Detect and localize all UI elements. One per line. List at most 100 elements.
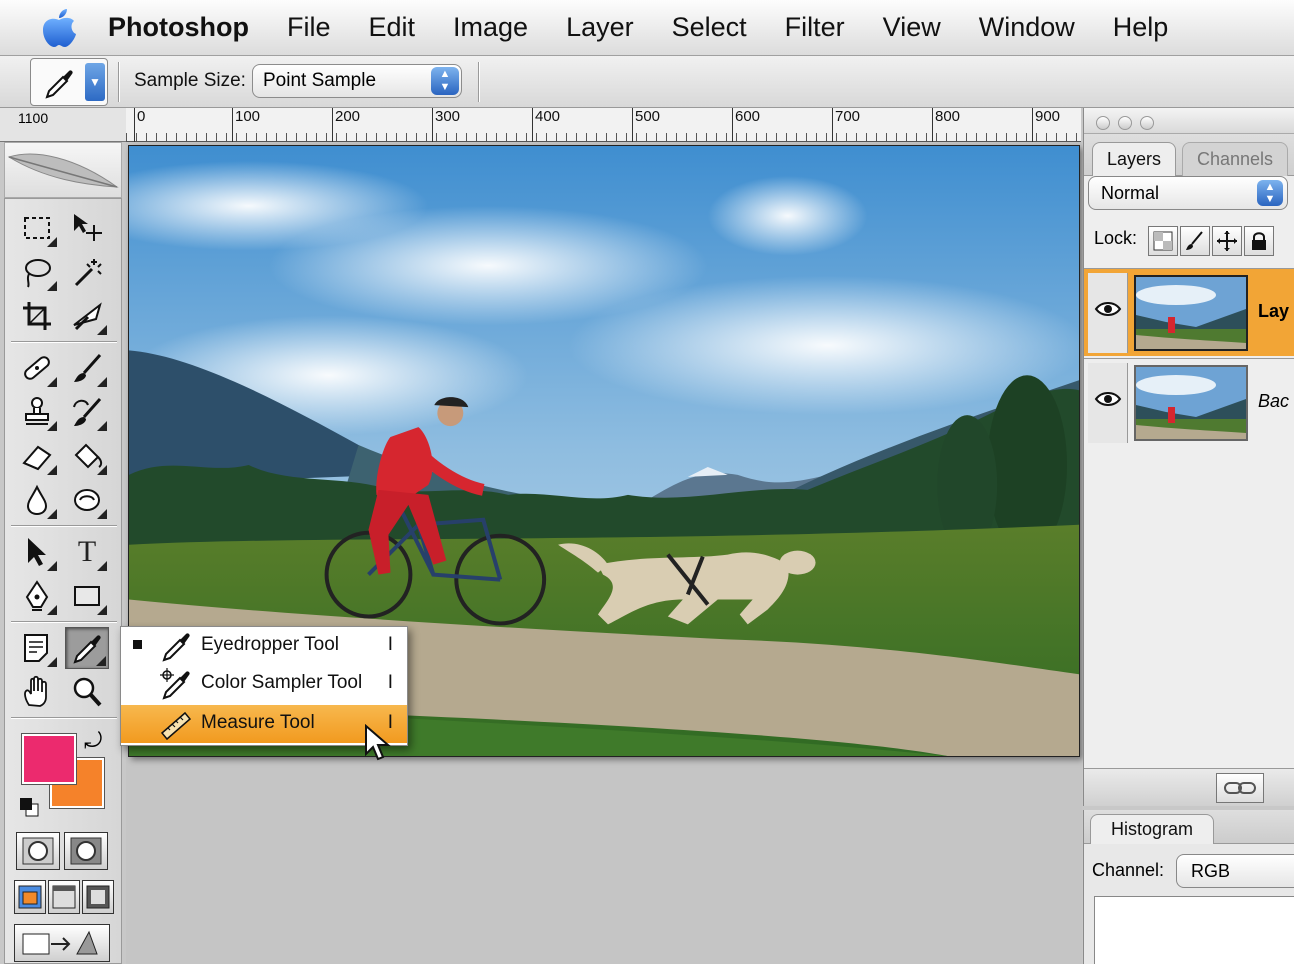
menu-app-name[interactable]: Photoshop: [108, 12, 249, 43]
pen-icon: [25, 580, 49, 611]
magic-wand-icon: [74, 259, 102, 287]
eye-icon: [1094, 392, 1122, 406]
layer-name: Lay: [1258, 301, 1290, 321]
lock-position-icon[interactable]: [1212, 226, 1242, 256]
divider: [11, 525, 117, 527]
minimize-icon[interactable]: [1118, 116, 1132, 130]
divider: [11, 341, 117, 343]
menu-window[interactable]: Window: [979, 12, 1075, 43]
paint-bucket-tool[interactable]: [65, 435, 109, 477]
quick-mask-button[interactable]: [64, 832, 108, 870]
current-tool-bullet: [133, 640, 142, 649]
layers-panel: Layers Channels Normal ▲ ▼ Lock: Lay Bac: [1083, 108, 1294, 806]
screen-mode-standard-button[interactable]: [14, 880, 46, 914]
menu-layer[interactable]: Layer: [566, 12, 634, 43]
channel-select[interactable]: RGB: [1176, 854, 1294, 888]
eyedropper-icon: [73, 635, 101, 664]
close-icon[interactable]: [1096, 116, 1110, 130]
panel-titlebar[interactable]: [1084, 108, 1294, 134]
type-tool[interactable]: T: [65, 531, 109, 573]
dodge-tool[interactable]: [65, 479, 109, 521]
magic-wand-tool[interactable]: [65, 251, 109, 293]
move-tool[interactable]: [65, 207, 109, 249]
lasso-tool[interactable]: [15, 251, 59, 293]
healing-brush-tool[interactable]: [15, 347, 59, 389]
lock-transparency-icon[interactable]: [1148, 226, 1178, 256]
channel-label: Channel:: [1092, 860, 1165, 880]
toolbox-header[interactable]: [4, 142, 122, 198]
path-selection-tool[interactable]: [15, 531, 59, 573]
ruler-tick: 0: [134, 108, 145, 142]
zoom-icon[interactable]: [1140, 116, 1154, 130]
paint-bucket-icon: [74, 443, 103, 469]
tab-layers[interactable]: Layers: [1092, 142, 1177, 176]
layer-thumbnail-image: [1136, 277, 1246, 349]
pen-tool[interactable]: [15, 575, 59, 617]
menu-view[interactable]: View: [883, 12, 941, 43]
default-colors-icon[interactable]: [18, 796, 40, 818]
rectangle-icon: [74, 586, 100, 606]
tab-histogram[interactable]: Histogram: [1090, 814, 1215, 844]
screen-mode-full-button[interactable]: [82, 880, 114, 914]
flyout-item-color-sampler[interactable]: Color Sampler Tool I: [121, 665, 407, 703]
flyout-item-label: Eyedropper Tool: [201, 634, 340, 655]
crop-tool[interactable]: [15, 295, 59, 337]
menu-help[interactable]: Help: [1113, 12, 1169, 43]
slice-tool[interactable]: [65, 295, 109, 337]
screen-mode-full-menu-button[interactable]: [48, 880, 80, 914]
menu-image[interactable]: Image: [453, 12, 528, 43]
flyout-item-eyedropper[interactable]: Eyedropper Tool I: [121, 627, 407, 665]
jump-to-imageready-button[interactable]: [14, 924, 110, 962]
notes-tool[interactable]: [15, 627, 59, 669]
layer-name: Bac: [1258, 391, 1290, 411]
tool-preset-picker[interactable]: ▼: [30, 58, 108, 106]
menu-bar: Photoshop File Edit Image Layer Select F…: [0, 0, 1294, 56]
ruler-tick: 300: [432, 108, 460, 142]
sample-size-value: Point Sample: [263, 70, 377, 91]
eyedropper-icon: [45, 70, 73, 99]
sample-size-select[interactable]: Point Sample ▲ ▼: [252, 64, 462, 98]
layer-row[interactable]: Bac: [1084, 358, 1294, 446]
hand-icon: [24, 675, 47, 707]
history-brush-tool[interactable]: [65, 391, 109, 433]
photoshop-window: Photoshop File Edit Image Layer Select F…: [0, 0, 1294, 964]
menu-filter[interactable]: Filter: [785, 12, 845, 43]
marquee-tool[interactable]: [15, 207, 59, 249]
shortcut-key: I: [387, 634, 393, 655]
blur-tool[interactable]: [15, 479, 59, 521]
swap-colors-icon[interactable]: ⤾: [84, 728, 102, 754]
eyedropper-icon: [162, 633, 190, 662]
divider: [118, 62, 120, 102]
blend-mode-select[interactable]: Normal ▲ ▼: [1088, 176, 1288, 210]
brush-icon: [74, 354, 102, 382]
tab-channels[interactable]: Channels: [1182, 142, 1289, 176]
horizontal-ruler[interactable]: 0 100 200 300 400 500 600 700 800 900: [126, 108, 1081, 142]
visibility-toggle[interactable]: [1088, 273, 1128, 353]
ruler-tick: 600: [732, 108, 760, 142]
menu-edit[interactable]: Edit: [369, 12, 416, 43]
lock-all-icon[interactable]: [1244, 226, 1274, 256]
ruler-tick: 900: [1032, 108, 1060, 142]
standard-mode-icon: [22, 837, 54, 865]
link-layers-icon[interactable]: [1216, 773, 1264, 803]
apple-menu-icon[interactable]: [40, 8, 78, 48]
hand-tool[interactable]: [15, 671, 59, 713]
clone-stamp-tool[interactable]: [15, 391, 59, 433]
lock-pixels-icon[interactable]: [1180, 226, 1210, 256]
layer-thumbnail-image: [1136, 367, 1246, 439]
menu-file[interactable]: File: [287, 12, 331, 43]
eyedropper-tool[interactable]: [65, 627, 109, 669]
standard-mode-button[interactable]: [16, 832, 60, 870]
rectangle-tool[interactable]: [65, 575, 109, 617]
zoom-tool[interactable]: [65, 671, 109, 713]
brush-tool[interactable]: [65, 347, 109, 389]
layer-thumbnail: [1134, 365, 1248, 441]
foreground-color-swatch[interactable]: [21, 733, 77, 785]
layer-row[interactable]: Lay: [1084, 268, 1294, 356]
menu-select[interactable]: Select: [672, 12, 747, 43]
lasso-icon: [25, 259, 51, 288]
eraser-tool[interactable]: [15, 435, 59, 477]
select-stepper-icon: ▲ ▼: [1257, 180, 1283, 206]
visibility-toggle[interactable]: [1088, 363, 1128, 443]
move-icon: [74, 214, 102, 241]
